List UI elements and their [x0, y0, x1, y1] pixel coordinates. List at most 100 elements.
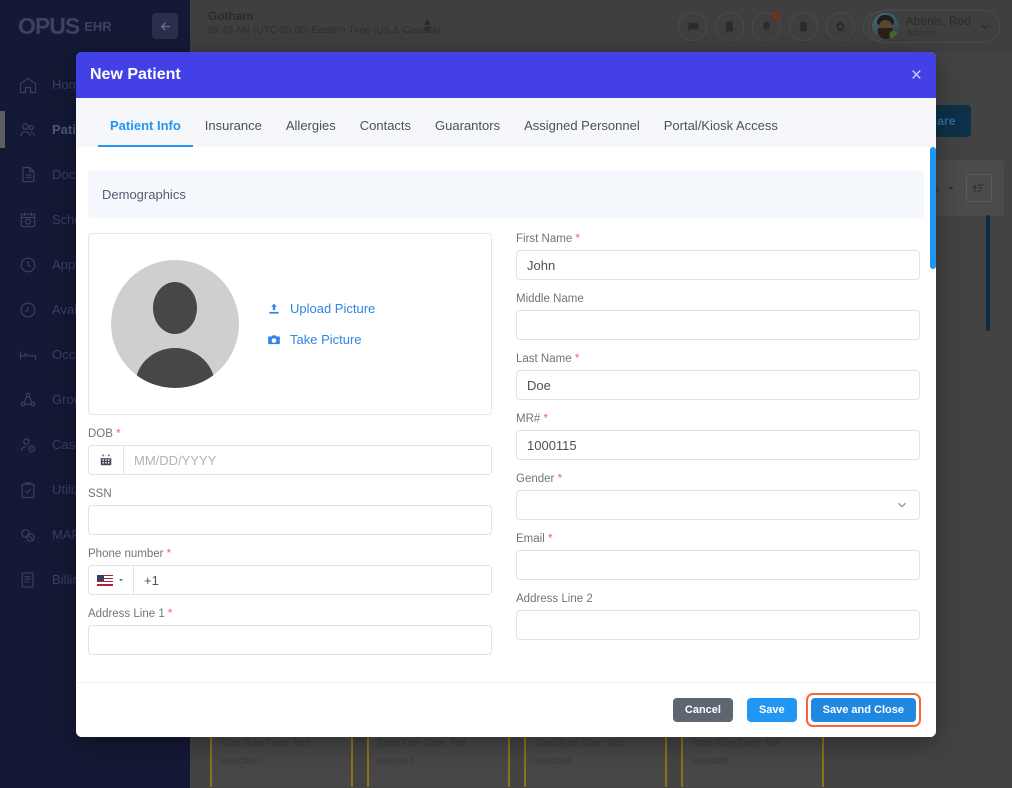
chat-icon [687, 22, 698, 32]
user-clock-icon [20, 437, 36, 452]
knowledge-button[interactable] [715, 12, 744, 41]
field-email: Email * [516, 533, 920, 580]
chevron-down-icon [898, 502, 906, 508]
tab-assigned-personnel[interactable]: Assigned Personnel [512, 118, 652, 147]
tab-contacts[interactable]: Contacts [348, 118, 423, 147]
content-scrollbar[interactable] [986, 215, 990, 331]
clock-icon [20, 257, 36, 272]
gender-label: Gender * [516, 473, 563, 485]
clipboard-check-icon [21, 481, 35, 498]
take-picture-button[interactable]: Take Picture [267, 332, 375, 347]
first-name-input[interactable]: John [516, 250, 920, 280]
field-address2: Address Line 2 [516, 593, 920, 640]
section-title: Demographics [102, 186, 186, 202]
mrn-label: MR# * [516, 413, 548, 425]
tab-allergies[interactable]: Allergies [274, 118, 348, 147]
email-label: Email * [516, 533, 553, 545]
documents-icon [22, 166, 35, 182]
notification-badge [773, 12, 781, 20]
clipboard-icon [800, 21, 807, 32]
notifications-button[interactable] [752, 12, 781, 41]
chevron-down-icon [119, 579, 123, 582]
tab-patient-info[interactable]: Patient Info [98, 118, 193, 148]
users-icon [20, 122, 35, 136]
calendar-button[interactable] [88, 445, 123, 475]
form-column-right: First Name * John Middle Name Last Name … [516, 233, 920, 655]
chat-button[interactable] [678, 12, 707, 41]
group-icon [20, 392, 36, 406]
chevron-down-icon [980, 24, 989, 29]
modal-title: New Patient [90, 66, 181, 83]
phone-input-group[interactable]: +1 [88, 565, 492, 595]
dob-label: DOB * [88, 428, 121, 440]
middle-name-input[interactable] [516, 310, 920, 340]
save-and-close-button[interactable]: Save and Close [805, 693, 922, 727]
tasks-button[interactable] [789, 12, 818, 41]
gear-icon [836, 21, 845, 32]
modal-tabs: Patient Info Insurance Allergies Contact… [76, 98, 936, 148]
user-role: Admin [905, 27, 934, 39]
country-select[interactable] [88, 565, 133, 595]
first-name-label: First Name * [516, 233, 580, 245]
tab-portal-kiosk-access[interactable]: Portal/Kiosk Access [652, 118, 790, 147]
phone-label: Phone number * [88, 548, 172, 560]
new-patient-modal: New Patient × Patient Info Insurance All… [76, 52, 936, 737]
sidebar-collapse-button[interactable] [152, 13, 178, 39]
logo-text: OPUS [18, 12, 80, 39]
field-dob: DOB * MM/DD/YYYY [88, 428, 492, 475]
bed-icon [19, 351, 37, 360]
modal-footer: Cancel Save Save and Close [76, 682, 936, 737]
home-icon [19, 77, 37, 93]
email-input[interactable] [516, 550, 920, 580]
clock-half-icon [20, 302, 36, 317]
calendar-icon [100, 454, 112, 466]
facility-name: Gotham [208, 9, 254, 23]
upload-picture-label: Upload Picture [290, 301, 376, 316]
upload-picture-button[interactable]: Upload Picture [267, 301, 375, 316]
field-mrn: MR# * 1000115 [516, 413, 920, 460]
avatar [871, 13, 899, 40]
card-start-date: Start/Adm Date: Not selected [691, 738, 781, 767]
user-menu[interactable]: Abenis, Rod Admin [867, 10, 1000, 43]
sort-button[interactable] [966, 174, 992, 202]
dob-input[interactable]: MM/DD/YYYY [123, 445, 492, 475]
modal-scrollbar-thumb[interactable] [930, 147, 936, 269]
us-flag-icon [97, 574, 113, 586]
field-first-name: First Name * John [516, 233, 920, 280]
middle-name-label: Middle Name [516, 293, 584, 305]
photo-actions: Upload Picture Take Picture [267, 301, 375, 347]
last-name-label: Last Name * [516, 353, 580, 365]
calendar-icon [20, 212, 36, 227]
close-icon[interactable]: × [911, 66, 922, 85]
chevron-down-icon [948, 186, 954, 190]
card-start-date: Start/Adm Date: Not selected [534, 738, 624, 767]
tab-insurance[interactable]: Insurance [193, 118, 274, 147]
form-column-left: Upload Picture Take Picture DOB * MM/DD/… [88, 233, 492, 655]
field-ssn: SSN [88, 488, 492, 535]
patient-photo-card: Upload Picture Take Picture [88, 233, 492, 415]
user-name: Abenis, Rod [905, 13, 971, 28]
phone-input[interactable]: +1 [133, 565, 492, 595]
sort-updown-icon[interactable]: ▲ ▼ [422, 17, 433, 36]
arrow-left-icon [160, 22, 170, 30]
address2-input[interactable] [516, 610, 920, 640]
top-header: Gotham 09:49 AM (UTC-05:00) Eastern Time… [190, 0, 1012, 52]
cancel-button[interactable]: Cancel [672, 698, 733, 722]
ssn-input[interactable] [88, 505, 492, 535]
mrn-input[interactable]: 1000115 [516, 430, 920, 460]
address1-input[interactable] [88, 625, 492, 655]
upload-icon [269, 303, 279, 314]
save-button[interactable]: Save [746, 698, 797, 722]
bell-icon [762, 21, 771, 31]
sort-ascending-icon [973, 184, 985, 193]
take-picture-label: Take Picture [290, 332, 362, 347]
modal-header: New Patient × [76, 52, 936, 98]
form-grid: Upload Picture Take Picture DOB * MM/DD/… [76, 233, 936, 655]
last-name-input[interactable]: Doe [516, 370, 920, 400]
tab-guarantors[interactable]: Guarantors [423, 118, 512, 147]
online-status-dot [888, 30, 899, 40]
dob-input-group[interactable]: MM/DD/YYYY [88, 445, 492, 475]
gender-select[interactable] [516, 490, 920, 520]
settings-button[interactable] [826, 12, 855, 41]
facility-selector[interactable]: Gotham 09:49 AM (UTC-05:00) Eastern Time… [208, 9, 441, 38]
